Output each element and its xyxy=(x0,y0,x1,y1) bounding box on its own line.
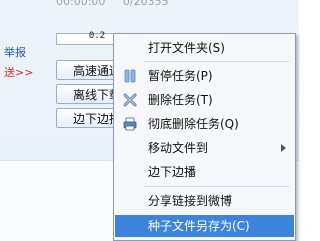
menu-item-move-file-to[interactable]: 移动文件到 xyxy=(115,137,294,159)
menu-item-permanently-delete[interactable]: 彻底删除任务(Q) xyxy=(115,113,294,135)
size-count: 0/20355 xyxy=(122,0,169,8)
menu-item-label: 边下边播 xyxy=(148,165,197,179)
menu-item-label: 种子文件另存为(C) xyxy=(148,219,250,233)
report-link[interactable]: 举报 xyxy=(4,44,26,60)
menu-item-label: 分享链接到微博 xyxy=(148,194,233,208)
menu-item-save-torrent[interactable]: 种子文件另存为(C) xyxy=(115,215,294,237)
menu-item-label: 移动文件到 xyxy=(148,141,209,155)
menu-separator xyxy=(144,61,289,62)
submenu-arrow-icon xyxy=(281,144,286,152)
menu-item-label: 彻底删除任务(Q) xyxy=(148,117,239,131)
menu-item-label: 删除任务(T) xyxy=(148,93,213,107)
menu-separator xyxy=(144,186,289,187)
menu-item-label: 暂停任务(P) xyxy=(148,69,213,83)
task-meta: 00:00:00 0/20355 xyxy=(56,0,183,8)
menu-item-stream-play[interactable]: 边下边播 xyxy=(115,161,294,183)
elapsed-time: 00:00:00 xyxy=(56,0,106,8)
menu-item-delete-task[interactable]: 删除任务(T) xyxy=(115,89,294,111)
pause-icon xyxy=(124,69,136,83)
menu-item-share-weibo[interactable]: 分享链接到微博 xyxy=(115,190,294,212)
delete-x-icon xyxy=(123,93,137,107)
context-menu: 打开文件夹(S) 暂停任务(P) 删除任务(T) 彻底删除任务(Q) 移动文件到… xyxy=(113,33,296,241)
menu-item-pause-task[interactable]: 暂停任务(P) xyxy=(115,65,294,87)
menu-item-open-folder[interactable]: 打开文件夹(S) xyxy=(115,37,294,59)
printer-icon xyxy=(123,117,137,131)
send-link[interactable]: 送>> xyxy=(4,64,33,80)
menu-item-label: 打开文件夹(S) xyxy=(148,41,225,55)
